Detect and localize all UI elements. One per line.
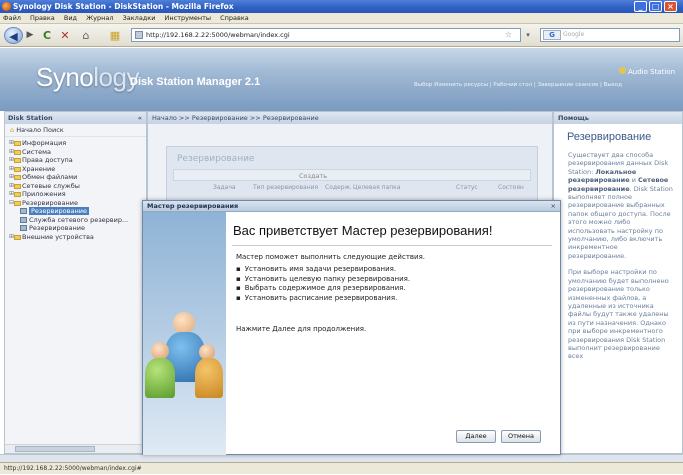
list-item: Выбрать содержимое для резервирования. <box>236 284 410 294</box>
collapse-icon[interactable]: « <box>138 112 142 124</box>
breadcrumb: Начало >> Резервирование >> Резервирован… <box>148 112 552 124</box>
column-header[interactable]: Содерж. <box>325 184 352 191</box>
list-item: Установить расписание резервирования. <box>236 294 410 304</box>
bookmark-star-icon[interactable]: ☆ <box>505 29 512 41</box>
wizard-title: Вас приветствует Мастер резервирования! <box>233 223 493 238</box>
minimize-icon[interactable]: _ <box>634 1 647 12</box>
sidebar-toolbar[interactable]: ⌂ Начало Поиск <box>5 124 146 137</box>
window-title-bar: Synology Disk Station - DiskStation - Mo… <box>0 0 683 13</box>
window-title: Synology Disk Station - DiskStation - Mo… <box>13 2 234 11</box>
column-header[interactable]: Целевая папка <box>353 184 400 191</box>
stop-icon[interactable]: ✕ <box>58 27 72 44</box>
search-input[interactable]: G Google <box>540 28 680 42</box>
help-header: Помощь <box>554 112 682 124</box>
menu-help[interactable]: Справка <box>220 14 249 22</box>
navigation-tree: ⊞ Информация ⊞ Система ⊞ Права доступа ⊞ Хра… <box>5 137 146 241</box>
site-favicon-icon <box>135 31 143 39</box>
tree-item-info[interactable]: ⊞ Информация <box>9 139 146 148</box>
wizard-illustration <box>143 212 226 455</box>
backup-task-panel: Резервирование Создать Задача Тип резерв… <box>166 146 538 208</box>
column-header[interactable]: Статус <box>456 184 478 191</box>
column-header[interactable]: Тип резервирования <box>253 184 318 191</box>
header-links[interactable]: Выбор Изменить ресурсы | Рабочий стол | … <box>414 82 622 88</box>
tree-item-storage[interactable]: ⊞ Хранение <box>9 165 146 174</box>
column-header[interactable]: Задача <box>213 184 236 191</box>
wizard-header: Мастер резервирования × <box>143 201 560 212</box>
column-header[interactable]: Состоян <box>498 184 524 191</box>
search-placeholder: Google <box>563 31 585 38</box>
tree-item-privileges[interactable]: ⊞ Права доступа <box>9 156 146 165</box>
reload-icon[interactable]: C <box>40 27 54 44</box>
product-name: Disk Station Manager 2.1 <box>130 76 261 88</box>
user-icon <box>619 67 626 74</box>
person-icon <box>145 358 175 398</box>
sidebar: Disk Station « ⌂ Начало Поиск ⊞ Информаци… <box>4 111 147 454</box>
backup-toolbar: Создать <box>173 169 531 181</box>
dsm-header: Synology Disk Station Manager 2.1 Audio … <box>0 48 683 111</box>
list-item: Установить имя задачи резервирования. <box>236 265 410 275</box>
dropdown-arrow-icon[interactable]: ▾ <box>521 28 535 42</box>
back-icon[interactable]: ◀ <box>4 27 23 44</box>
forward-icon[interactable]: ▶ <box>24 27 36 44</box>
close-icon[interactable]: × <box>551 201 556 212</box>
url-text: http://192.168.2.22:5000/webman/index.cg… <box>146 31 290 39</box>
status-bar: http://192.168.2.22:5000/webman/index.cg… <box>0 462 683 474</box>
wizard-next-hint: Нажмите Далее для продолжения. <box>236 325 367 333</box>
menu-file[interactable]: Файл <box>3 14 21 22</box>
tree-item-backup[interactable]: ⊟ Резервирование <box>9 199 146 208</box>
menu-bar: Файл Правка Вид Журнал Закладки Инструме… <box>0 13 683 24</box>
cancel-button[interactable]: Отмена <box>501 430 541 443</box>
navigation-toolbar: ◀ ▶ C ✕ ⌂ ▦ http://192.168.2.22:5000/web… <box>0 24 683 47</box>
tree-item-network-backup-service[interactable]: Служба сетевого резервир... <box>9 216 146 225</box>
person-icon <box>195 358 223 398</box>
create-button[interactable]: Создать <box>299 170 327 182</box>
url-input[interactable]: http://192.168.2.22:5000/webman/index.cg… <box>131 28 521 42</box>
sidebar-header: Disk Station « <box>5 112 146 124</box>
tree-item-backup-restore[interactable]: Резервирование <box>9 224 146 233</box>
divider <box>232 245 552 246</box>
help-paragraph: Существует два способа резервирования да… <box>568 151 673 260</box>
home-icon[interactable]: ⌂ <box>79 27 93 44</box>
close-icon[interactable]: × <box>664 1 677 12</box>
wizard-intro: Мастер поможет выполнить следующие дейст… <box>236 253 426 261</box>
tree-item-external-devices[interactable]: ⊞ Внешние устройства <box>9 233 146 242</box>
google-search-engine-icon[interactable]: G <box>543 30 561 40</box>
help-paragraph: При выборе настройки по умолчанию будет … <box>568 268 669 361</box>
firefox-icon <box>2 2 11 11</box>
maximize-icon[interactable]: □ <box>649 1 662 12</box>
tree-item-backup-local[interactable]: Резервирование <box>9 207 146 216</box>
bottom-scroll-strip <box>0 454 683 462</box>
tree-item-system[interactable]: ⊞ Система <box>9 148 146 157</box>
home-icon[interactable]: ⌂ <box>10 126 14 134</box>
help-title: Резервирование <box>567 131 652 143</box>
user-name: Audio Station <box>628 68 676 76</box>
tree-item-applications[interactable]: ⊞ Приложения <box>9 190 146 199</box>
menu-edit[interactable]: Правка <box>30 14 55 22</box>
help-panel: Помощь Резервирование Существует два спо… <box>553 111 683 454</box>
backup-wizard-dialog: Мастер резервирования × Вас приветствует… <box>142 200 561 455</box>
tree-item-network-services[interactable]: ⊞ Сетевые службы <box>9 182 146 191</box>
backup-panel-title: Резервирование <box>177 154 255 164</box>
list-item: Установить целевую папку резервирования. <box>236 275 410 285</box>
person-icon <box>173 312 195 334</box>
bookmarks-icon[interactable]: ▦ <box>108 27 122 44</box>
tree-item-file-sharing[interactable]: ⊞ Обмен файлами <box>9 173 146 182</box>
menu-bookmarks[interactable]: Закладки <box>123 14 156 22</box>
menu-view[interactable]: Вид <box>64 14 77 22</box>
synology-logo: Synology <box>36 62 139 92</box>
wizard-steps-list: Установить имя задачи резервирования. Ус… <box>236 265 410 303</box>
sidebar-scrollbar[interactable] <box>5 444 146 453</box>
menu-history[interactable]: Журнал <box>86 14 113 22</box>
next-button[interactable]: Далее <box>456 430 496 443</box>
menu-tools[interactable]: Инструменты <box>165 14 212 22</box>
